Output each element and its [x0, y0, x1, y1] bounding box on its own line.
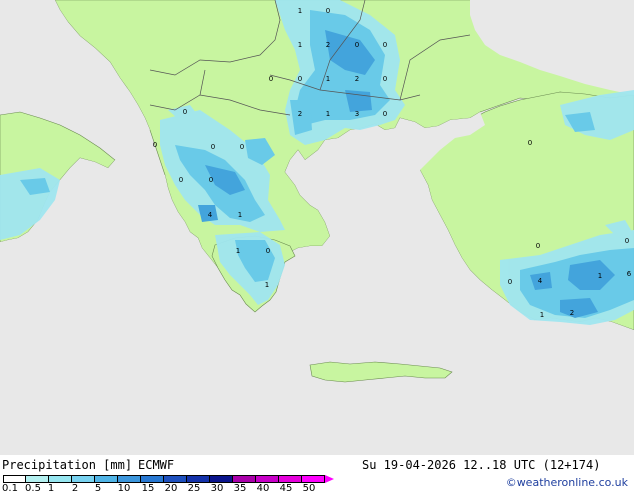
legend-swatch — [118, 475, 141, 483]
precip-value: 6 — [627, 270, 632, 278]
precip-value: 1 — [238, 211, 242, 219]
legend-swatch — [210, 475, 233, 483]
legend-swatch — [164, 475, 187, 483]
legend-swatch — [187, 475, 210, 483]
precip-value: 0 — [266, 247, 270, 255]
precip-value: 2 — [570, 309, 574, 317]
legend-tick-label: 50 — [302, 483, 316, 494]
precip-value: 2 — [326, 41, 330, 49]
legend-tick-label: 0.1 — [2, 483, 18, 494]
legend-tick-label: 0.5 — [25, 483, 41, 494]
precip-value: 4 — [538, 277, 543, 285]
legend-swatch — [256, 475, 279, 483]
precip-value: 0 — [183, 108, 187, 116]
legend-swatch — [233, 475, 256, 483]
precip-value: 2 — [355, 75, 359, 83]
legend-swatch — [95, 475, 118, 483]
footer-bar: Precipitation [mm] ECMWF Su 19-04-2026 1… — [0, 455, 634, 494]
precip-value: 0 — [383, 110, 387, 118]
precip-value: 0 — [508, 278, 512, 286]
precip-value: 0 — [528, 139, 532, 147]
legend-tick-label: 1 — [47, 483, 55, 494]
precip-value: 0 — [326, 7, 330, 15]
precip-value: 0 — [625, 237, 629, 245]
precip-value: 1 — [298, 41, 302, 49]
legend-tick-label: 45 — [279, 483, 293, 494]
legend-tick-label: 2 — [71, 483, 79, 494]
precip-value: 1 — [298, 7, 302, 15]
legend-arrow — [325, 475, 334, 483]
precip-value: 0 — [209, 176, 213, 184]
legend-swatch — [49, 475, 72, 483]
legend-tick-label: 40 — [256, 483, 270, 494]
legend-tick-label: 5 — [94, 483, 102, 494]
precip-value: 3 — [355, 110, 359, 118]
legend-tick-label: 30 — [210, 483, 224, 494]
product-label: Precipitation [mm] — [2, 458, 133, 472]
precip-value: 0 — [355, 41, 359, 49]
precip-value: 0 — [179, 176, 183, 184]
precip-value: 0 — [240, 143, 244, 151]
precip-value: 1 — [598, 272, 602, 280]
precip-value: 4 — [208, 211, 213, 219]
precip-value: 0 — [383, 41, 387, 49]
legend-swatch — [26, 475, 49, 483]
precip-value: 1 — [326, 110, 330, 118]
precip-value: 1 — [326, 75, 330, 83]
legend-swatch — [3, 475, 26, 483]
precip-value: 1 — [236, 247, 240, 255]
precip-value: 0 — [383, 75, 387, 83]
precip-value: 1 — [265, 281, 269, 289]
credit-link[interactable]: ©weatheronline.co.uk — [506, 476, 628, 489]
legend-tick-label: 20 — [164, 483, 178, 494]
precipitation-map: 1 0 1 2 0 0 0 0 1 2 0 0 2 1 3 0 0 0 0 0 0 0 4 1 1 0 0 0 1 0 4 1 6 1 2 — [0, 0, 634, 455]
legend-swatch — [72, 475, 95, 483]
model-label: ECMWF — [138, 458, 175, 472]
valid-time-label: Su 19-04-2026 12..18 UTC (12+174) — [362, 458, 601, 472]
precip-value: 0 — [153, 141, 157, 149]
legend-swatch — [141, 475, 164, 483]
legend-tick-label: 25 — [187, 483, 201, 494]
precip-value: 0 — [298, 75, 302, 83]
precip-value: 0 — [211, 143, 215, 151]
legend-swatch — [302, 475, 325, 483]
legend-tick-label: 10 — [117, 483, 131, 494]
precip-value: 2 — [298, 110, 302, 118]
legend-color-bar — [3, 475, 334, 483]
precip-value: 0 — [269, 75, 273, 83]
legend-tick-label: 15 — [141, 483, 155, 494]
precip-value: 0 — [536, 242, 540, 250]
legend-swatch — [279, 475, 302, 483]
precip-value: 1 — [540, 311, 544, 319]
legend-tick-label: 35 — [233, 483, 247, 494]
